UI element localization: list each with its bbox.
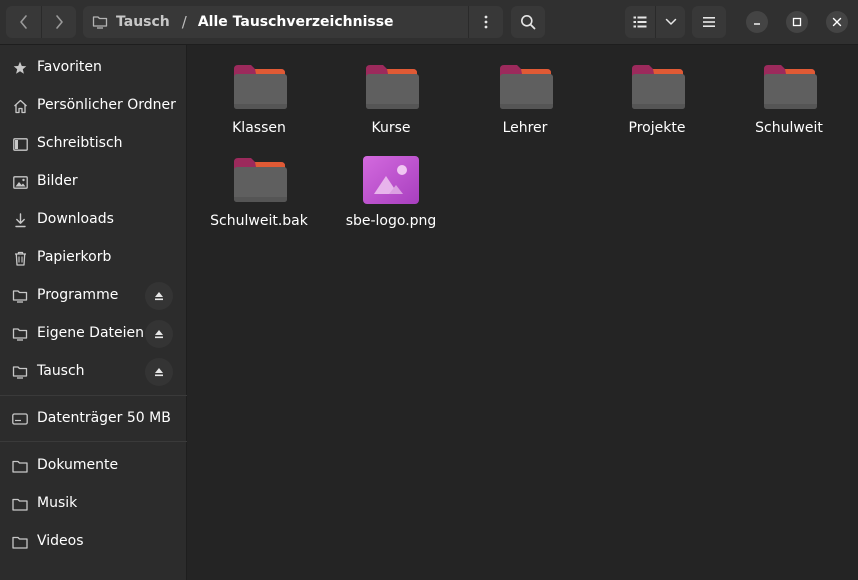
image-file-icon (363, 156, 419, 204)
minimize-button[interactable] (746, 11, 768, 33)
pictures-icon (12, 174, 28, 190)
folder-icon (764, 65, 817, 109)
home-icon (12, 98, 28, 114)
file-name: Klassen (232, 120, 286, 136)
eject-icon (155, 292, 163, 301)
breadcrumb-separator: / (181, 13, 187, 31)
sidebar-item-label: Tausch (37, 363, 85, 379)
file-name: Lehrer (502, 120, 548, 136)
eject-button[interactable] (145, 358, 173, 386)
sidebar: Favoriten Persönlicher Ordner Schreibtis… (0, 45, 187, 580)
file-item[interactable]: Schulweit (729, 45, 849, 136)
minimize-icon (754, 23, 760, 25)
sidebar-item-label: Programme (37, 287, 119, 303)
vertical-dots-icon (484, 15, 488, 29)
eject-icon (155, 330, 163, 339)
sidebar-item-label: Downloads (37, 211, 114, 227)
path-bar: Tausch / Alle Tauschverzeichnisse (83, 6, 503, 38)
sidebar-item-videos[interactable]: Videos (0, 523, 187, 561)
folder-icon (12, 458, 28, 474)
breadcrumb-home-label: Tausch (116, 14, 170, 30)
file-item[interactable]: Kurse (331, 45, 451, 136)
breadcrumb-current[interactable]: Alle Tauschverzeichnisse (198, 14, 394, 30)
folder-icon (234, 158, 287, 202)
sidebar-item-downloads[interactable]: Downloads (0, 201, 187, 239)
chevron-down-icon (665, 18, 676, 25)
sidebar-item-home[interactable]: Persönlicher Ordner (0, 87, 187, 125)
back-button[interactable] (6, 6, 41, 38)
sidebar-item-label: Musik (37, 495, 78, 511)
folder-icon (12, 534, 28, 550)
sidebar-item-label: Bilder (37, 173, 78, 189)
sidebar-item-label: Eigene Dateien (37, 325, 145, 341)
sidebar-item-label: Datenträger 50 MB (37, 410, 171, 426)
list-view-icon (633, 16, 647, 28)
sidebar-item-musik[interactable]: Musik (0, 485, 187, 523)
eject-button[interactable] (145, 282, 173, 310)
sidebar-item-datentraeger[interactable]: Datenträger 50 MB (0, 400, 187, 438)
sidebar-item-schreibtisch[interactable]: Schreibtisch (0, 125, 187, 163)
maximize-icon (792, 17, 802, 27)
folder-icon (500, 65, 553, 109)
chevron-right-icon (56, 15, 63, 29)
view-switcher (625, 6, 685, 38)
folder-icon (366, 65, 419, 109)
close-icon (832, 17, 842, 27)
search-icon (521, 15, 536, 30)
sidebar-separator (0, 395, 187, 396)
sidebar-item-dokumente[interactable]: Dokumente (0, 447, 187, 485)
network-folder-icon (12, 326, 28, 342)
sidebar-separator (0, 441, 187, 442)
sidebar-item-label: Schreibtisch (37, 135, 123, 151)
sidebar-item-label: Persönlicher Ordner (37, 97, 176, 113)
view-options-button[interactable] (655, 6, 685, 38)
file-item[interactable]: Projekte (597, 45, 717, 136)
eject-icon (155, 368, 163, 377)
file-name: Projekte (628, 120, 686, 136)
file-item[interactable]: sbe-logo.png (331, 138, 451, 229)
sidebar-item-label: Videos (37, 533, 84, 549)
sidebar-item-bilder[interactable]: Bilder (0, 163, 187, 201)
star-icon (12, 60, 28, 76)
chevron-left-icon (19, 15, 27, 29)
file-name: Schulweit (755, 120, 823, 136)
trash-icon (12, 250, 28, 266)
sidebar-item-label: Dokumente (37, 457, 119, 473)
search-button[interactable] (511, 6, 545, 38)
folder-icon (632, 65, 685, 109)
file-name: Kurse (371, 120, 411, 136)
sidebar-item-favoriten[interactable]: Favoriten (0, 49, 187, 87)
folder-icon (234, 65, 287, 109)
network-folder-icon (92, 16, 108, 29)
drive-icon (12, 411, 28, 427)
path-menu-button[interactable] (468, 6, 503, 38)
download-icon (12, 212, 28, 228)
forward-button[interactable] (41, 6, 76, 38)
file-item[interactable]: Schulweit.bak (199, 138, 319, 229)
sidebar-item-tausch[interactable]: Tausch (0, 353, 187, 391)
file-name: sbe-logo.png (345, 213, 437, 229)
desktop-icon (12, 136, 28, 152)
network-folder-icon (12, 364, 28, 380)
folder-icon (12, 496, 28, 512)
file-grid: Klassen Kurse Lehrer Projekte Schulweit … (188, 45, 858, 580)
hamburger-menu-icon (703, 17, 715, 27)
navigation-buttons (6, 6, 76, 38)
file-item[interactable]: Lehrer (465, 45, 585, 136)
header-bar: Tausch / Alle Tauschverzeichnisse (0, 0, 858, 45)
sidebar-item-label: Papierkorb (37, 249, 112, 265)
network-folder-icon (12, 288, 28, 304)
sidebar-item-label: Favoriten (37, 59, 102, 75)
maximize-button[interactable] (786, 11, 808, 33)
main-menu-button[interactable] (692, 6, 726, 38)
breadcrumb-home[interactable]: Tausch (83, 6, 170, 38)
sidebar-item-eigene-dateien[interactable]: Eigene Dateien (0, 315, 187, 353)
close-button[interactable] (826, 11, 848, 33)
list-view-button[interactable] (625, 6, 655, 38)
sidebar-item-programme[interactable]: Programme (0, 277, 187, 315)
sidebar-item-papierkorb[interactable]: Papierkorb (0, 239, 187, 277)
file-name: Schulweit.bak (210, 213, 308, 229)
eject-button[interactable] (145, 320, 173, 348)
file-item[interactable]: Klassen (199, 45, 319, 136)
